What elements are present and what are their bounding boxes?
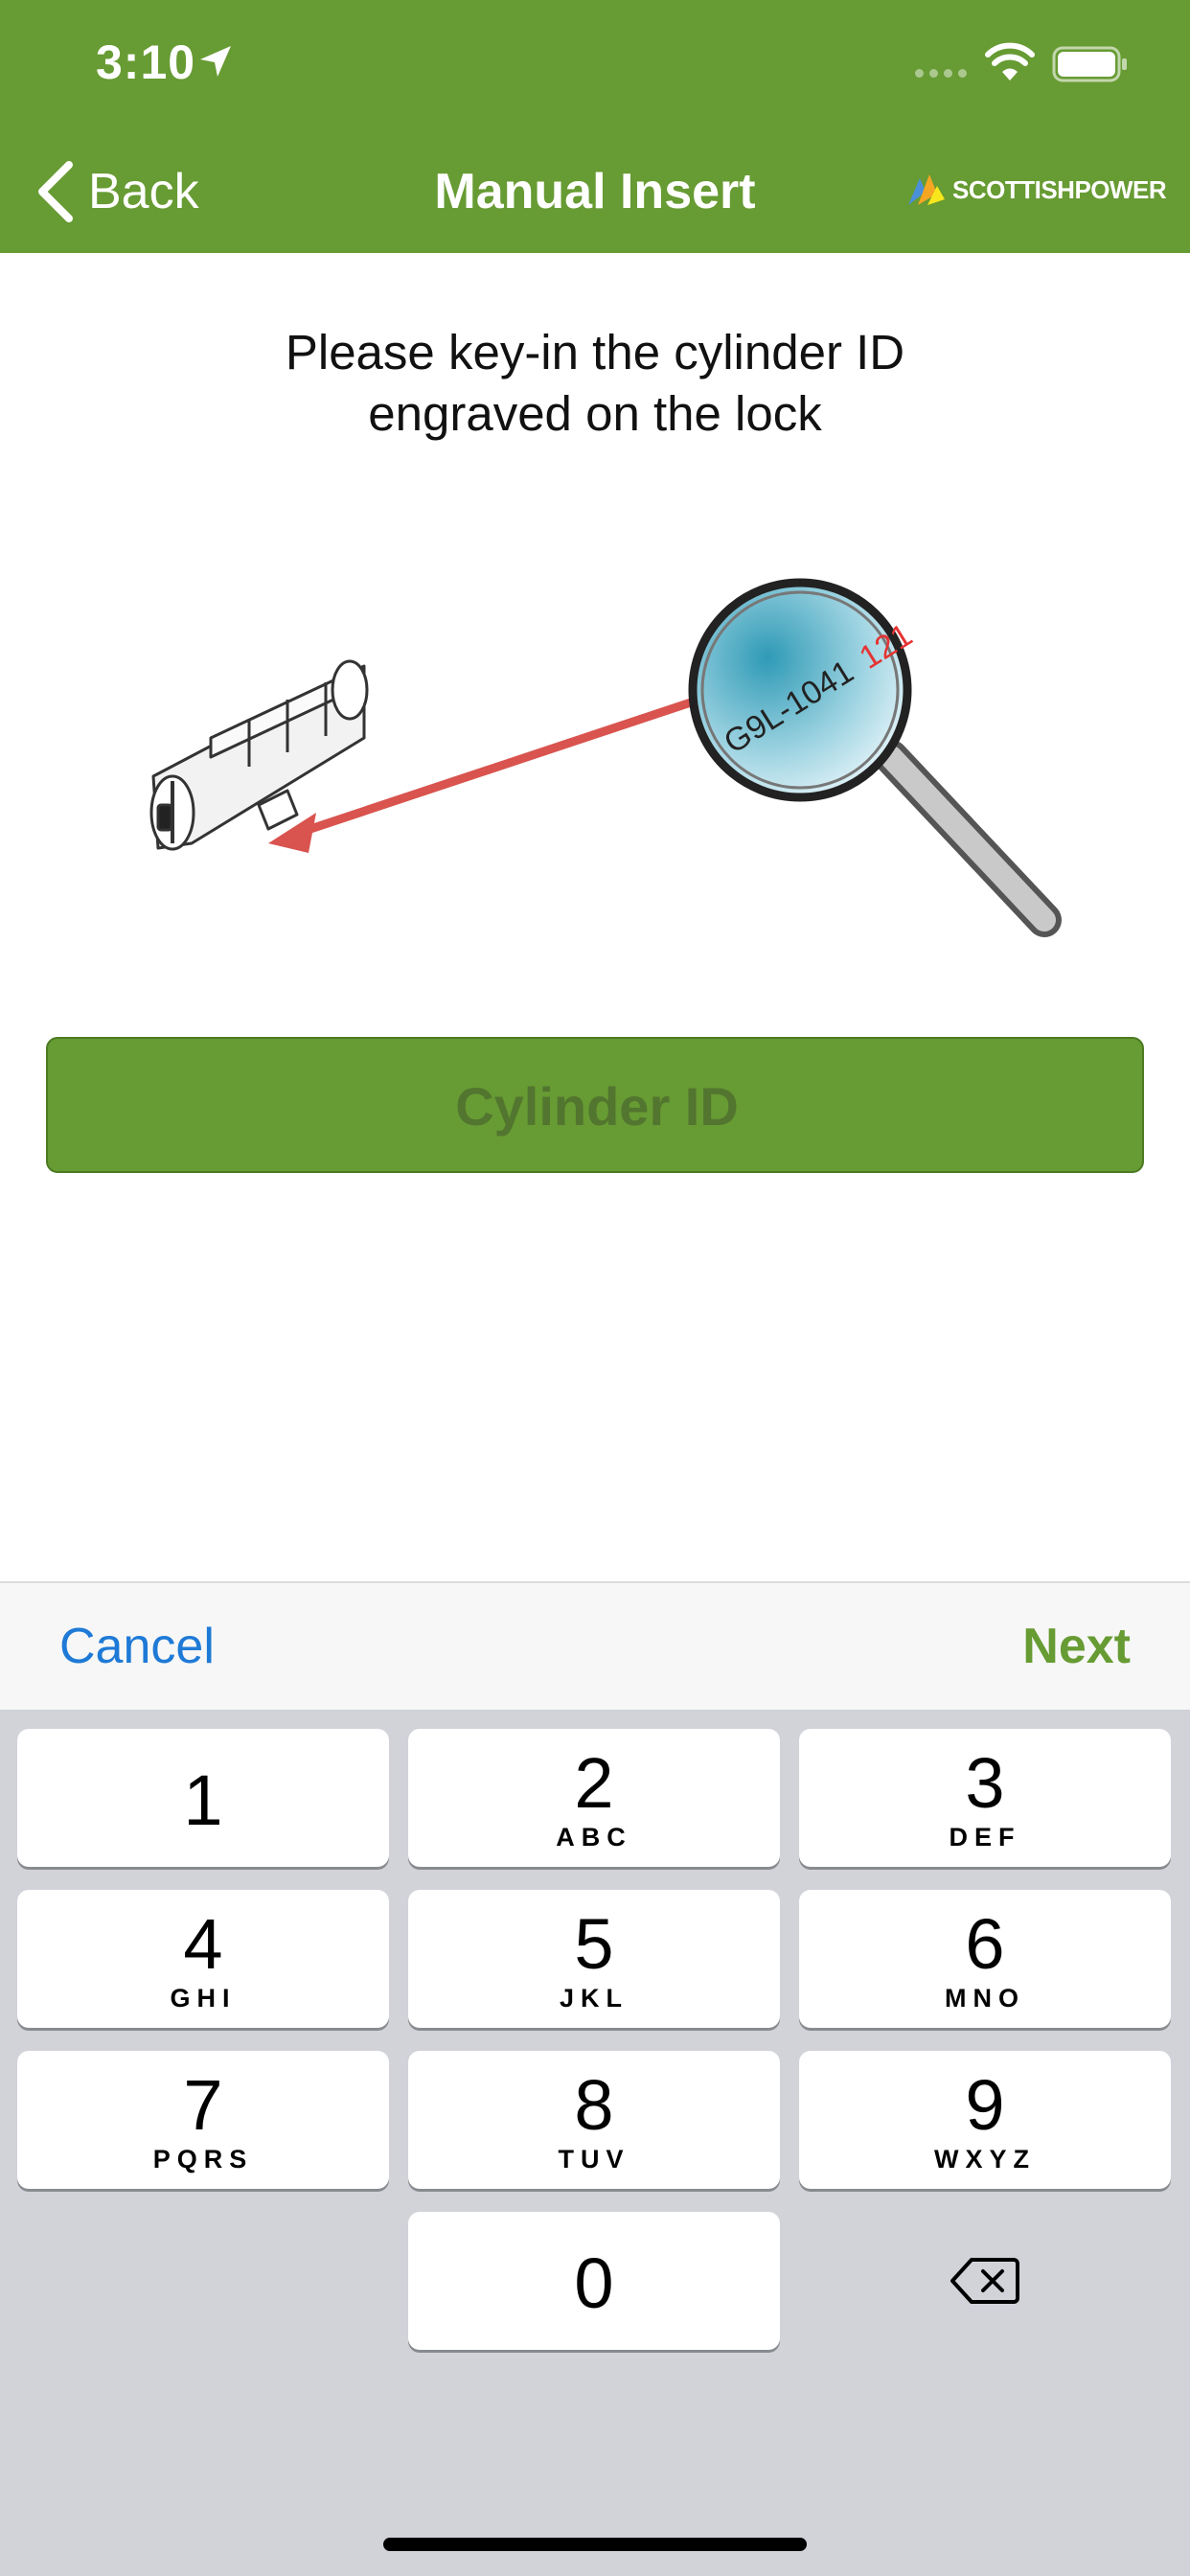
wifi-icon	[985, 42, 1035, 80]
home-indicator[interactable]	[383, 2538, 807, 2551]
key-1[interactable]: 1	[17, 1729, 389, 1867]
instruction-line-1: Please key-in the cylinder ID	[285, 325, 905, 380]
key-digit: 1	[183, 1760, 223, 1840]
key-3[interactable]: 3 DEF	[799, 1729, 1171, 1867]
magnifier-icon: G9L-1041 121	[688, 578, 1062, 937]
status-time: 3:10	[96, 35, 196, 89]
key-digit: 2	[574, 1743, 614, 1823]
key-4[interactable]: 4 GHI	[17, 1890, 389, 2028]
key-5[interactable]: 5 JKL	[408, 1890, 780, 2028]
instruction-text: Please key-in the cylinder ID engraved o…	[116, 322, 1074, 445]
key-0[interactable]: 0	[408, 2212, 780, 2350]
brand-flame-icon	[908, 174, 945, 205]
status-bar: 3:10	[0, 0, 1190, 126]
cylinder-id-input[interactable]	[48, 1039, 1146, 1173]
instruction-line-2: engraved on the lock	[368, 386, 822, 441]
key-letters: GHI	[170, 1984, 237, 2012]
key-6[interactable]: 6 MNO	[799, 1890, 1171, 2028]
next-button[interactable]: Next	[1022, 1618, 1131, 1675]
key-digit: 4	[183, 1904, 223, 1984]
cylinder-lock-illustration: G9L-1041 121	[149, 578, 1062, 937]
key-digit: 3	[965, 1743, 1005, 1823]
key-letters: ABC	[556, 1823, 632, 1852]
signal-dots-icon	[915, 69, 969, 80]
key-8[interactable]: 8 TUV	[408, 2051, 780, 2189]
key-2[interactable]: 2 ABC	[408, 1729, 780, 1867]
keyboard-accessory-bar: Cancel Next	[0, 1581, 1190, 1712]
key-digit: 5	[574, 1904, 614, 1984]
key-digit: 8	[574, 2065, 614, 2145]
key-letters: WXYZ	[934, 2145, 1036, 2174]
cancel-button[interactable]: Cancel	[59, 1618, 215, 1675]
navigation-header: 3:10 Back Manual Insert SCOTTISHPOWER	[0, 0, 1190, 253]
key-digit: 0	[574, 2243, 614, 2323]
key-letters: TUV	[558, 2145, 630, 2174]
key-7[interactable]: 7 PQRS	[17, 2051, 389, 2189]
key-digit: 6	[965, 1904, 1005, 1984]
delete-key[interactable]	[799, 2212, 1171, 2350]
cylinder-id-field[interactable]	[46, 1037, 1146, 1173]
backspace-icon	[950, 2258, 1019, 2304]
brand-logo: SCOTTISHPOWER	[904, 168, 1167, 212]
key-letters: JKL	[559, 1984, 629, 2012]
battery-icon	[1052, 46, 1127, 82]
numeric-keypad: 1 2 ABC 3 DEF 4 GHI 5 JKL 6 MNO 7 PQRS 8…	[0, 1710, 1190, 2576]
key-digit: 9	[965, 2065, 1005, 2145]
key-9[interactable]: 9 WXYZ	[799, 2051, 1171, 2189]
brand-name: SCOTTISHPOWER	[952, 174, 1167, 204]
key-letters: PQRS	[152, 2145, 254, 2174]
location-arrow-icon	[200, 46, 231, 77]
key-letters: DEF	[949, 1823, 1021, 1852]
key-letters: MNO	[945, 1984, 1025, 2012]
key-digit: 7	[183, 2065, 223, 2145]
